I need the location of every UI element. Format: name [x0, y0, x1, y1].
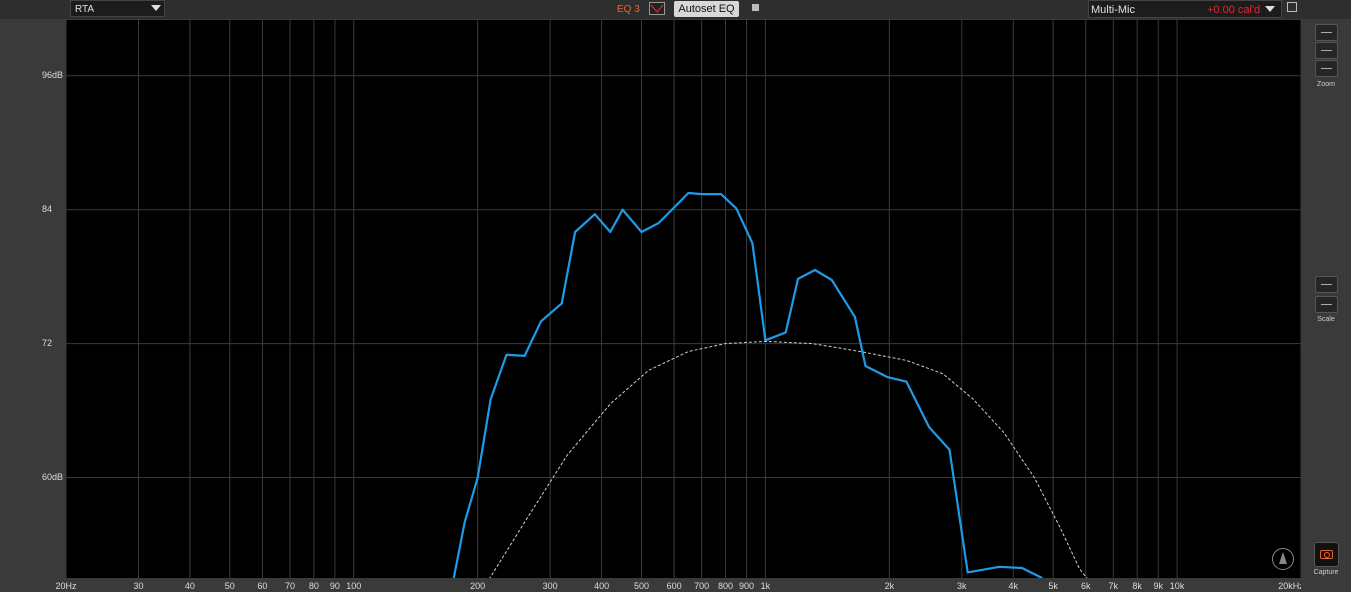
eq-indicator[interactable]: EQ 3	[617, 4, 640, 15]
x-tick-label: 60	[257, 581, 268, 591]
x-tick-label: 30	[133, 581, 144, 591]
x-tick-label: 400	[594, 581, 610, 591]
y-tick-label: 96dB	[42, 69, 64, 80]
x-axis	[0, 578, 1301, 592]
view-mode-select[interactable]: RTA	[70, 0, 165, 17]
x-tick-label: 2k	[884, 581, 895, 591]
expand-window-icon[interactable]	[1287, 2, 1297, 12]
x-tick-label: 9k	[1153, 581, 1163, 591]
scale-down-button[interactable]	[1315, 296, 1338, 313]
capture-button[interactable]	[1314, 542, 1339, 567]
eq-curve-icon[interactable]	[649, 2, 665, 15]
autoset-eq-button[interactable]: Autoset EQ	[674, 1, 739, 17]
chevron-down-icon	[151, 5, 161, 11]
view-mode-value: RTA	[75, 4, 95, 15]
capture-label: Capture	[1313, 569, 1339, 576]
scale-up-button[interactable]	[1315, 276, 1338, 293]
x-tick-label: 800	[717, 581, 734, 591]
camera-icon	[1320, 550, 1333, 559]
y-tick-label: 60dB	[42, 471, 64, 482]
zoom-out-button[interactable]	[1315, 60, 1338, 77]
y-tick-label: 84	[42, 203, 53, 214]
x-tick-label: 1k	[760, 581, 771, 591]
x-tick-label: 7k	[1108, 581, 1119, 591]
zoom-fit-button[interactable]	[1315, 42, 1338, 59]
x-tick-label: 8k	[1132, 581, 1142, 591]
scale-label: Scale	[1317, 316, 1335, 323]
x-tick-label: 70	[284, 581, 295, 591]
pin-icon[interactable]	[752, 4, 759, 11]
zoom-in-button[interactable]	[1315, 24, 1338, 41]
x-tick-label: 500	[633, 581, 649, 591]
x-tick-label: 3k	[957, 581, 967, 591]
side-panel: Zoom Scale Capture	[1301, 20, 1351, 592]
calibration-value: +0.00 cal'd	[1207, 4, 1261, 16]
x-tick-label: 100	[346, 581, 362, 591]
toolbar: RTA EQ 3 Autoset EQ Multi-Mic +0.00 cal'…	[0, 0, 1351, 19]
x-tick-label: 600	[666, 581, 682, 591]
rta-measurement-line	[452, 191, 1043, 578]
x-tick-label: 900	[739, 581, 755, 591]
x-tick-label: 6k	[1080, 581, 1091, 591]
y-tick-label: 72	[42, 337, 53, 348]
mic-select[interactable]: Multi-Mic +0.00 cal'd	[1088, 0, 1282, 18]
mic-name: Multi-Mic	[1091, 4, 1135, 16]
x-tick-label: 20kHz	[1278, 581, 1304, 591]
x-tick-label: 10k	[1169, 581, 1185, 591]
x-tick-label: 20Hz	[55, 581, 77, 591]
x-tick-label: 200	[470, 581, 486, 591]
zoom-label: Zoom	[1317, 81, 1335, 88]
x-tick-label: 5k	[1048, 581, 1058, 591]
rta-plot[interactable]	[66, 20, 1301, 578]
brand-logo-icon	[1272, 548, 1294, 570]
rta-chart-svg	[66, 20, 1301, 578]
x-tick-label: 90	[329, 581, 340, 591]
x-tick-label: 4k	[1008, 581, 1019, 591]
x-tick-label: 700	[694, 581, 710, 591]
x-tick-label: 50	[224, 581, 235, 591]
chevron-down-icon	[1265, 6, 1275, 12]
x-tick-label: 80	[308, 581, 319, 591]
x-tick-label: 300	[542, 581, 558, 591]
x-tick-label: 40	[184, 581, 195, 591]
target-curve-line	[489, 340, 1088, 578]
